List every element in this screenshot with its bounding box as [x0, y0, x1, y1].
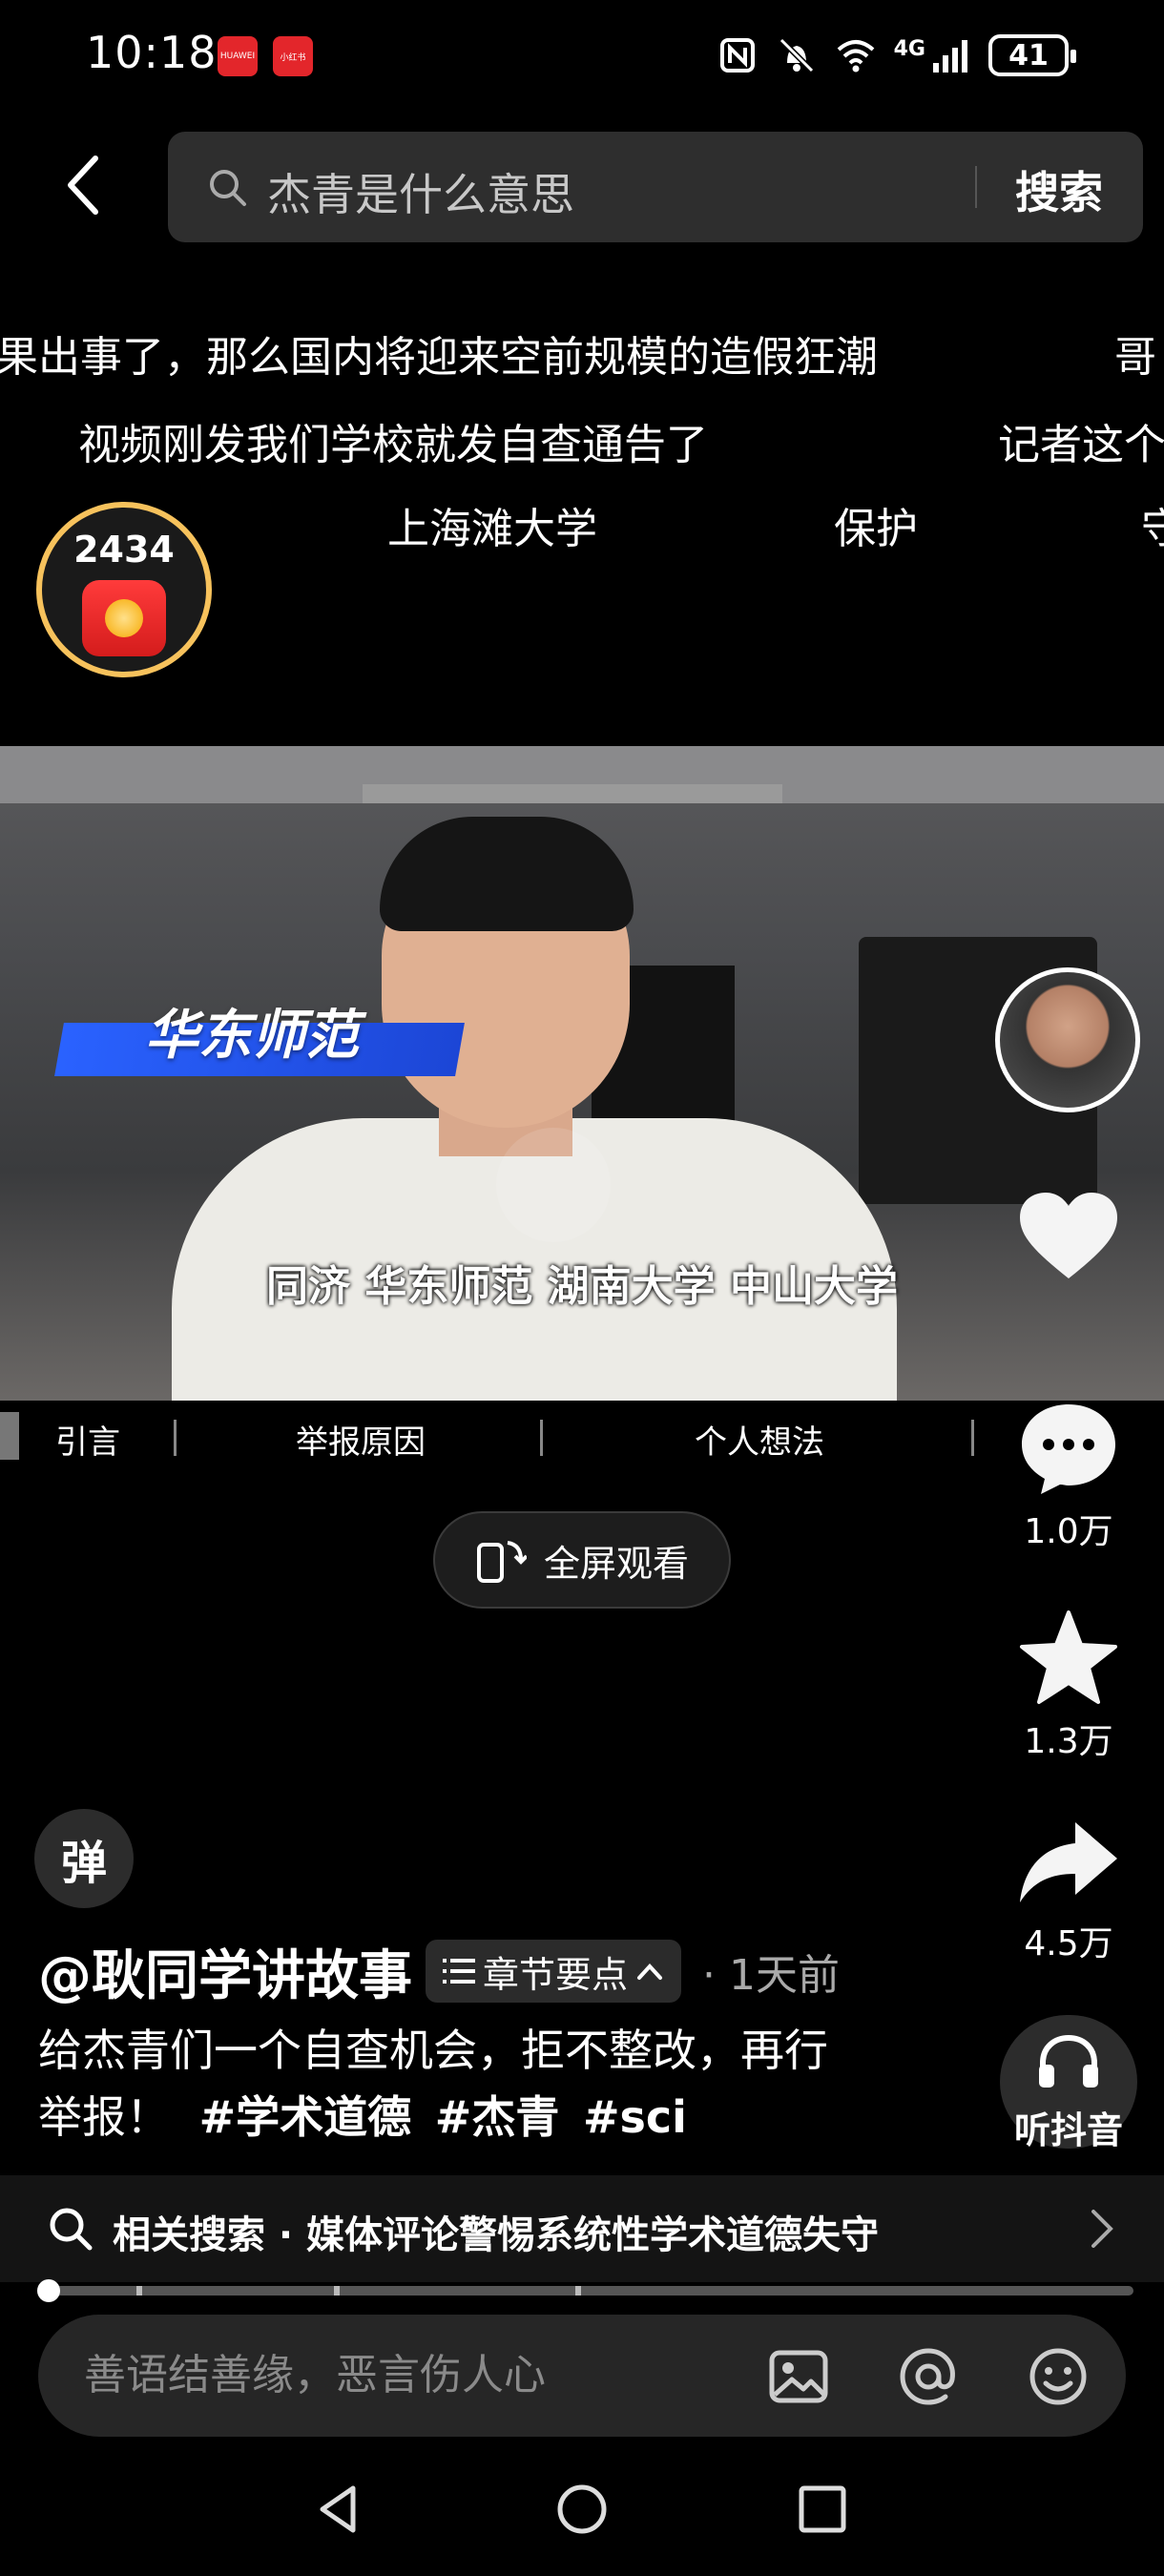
wifi-icon [837, 40, 874, 73]
nfc-icon [719, 38, 755, 73]
status-time: 10:18 [86, 27, 218, 78]
chapter-tick [333, 2286, 340, 2296]
chapter-current-marker [0, 1412, 19, 1460]
battery-level: 41 [1008, 38, 1049, 73]
chapter-tick [574, 2286, 581, 2296]
hashtag[interactable]: #sci [583, 2091, 687, 2143]
chapter-summary-button[interactable]: 章节要点 [426, 1940, 682, 2003]
xiaohongshu-app-badge: 小红书 [273, 36, 313, 76]
red-packet-count: 2434 [73, 529, 175, 571]
share-arrow-icon [1020, 1822, 1117, 1902]
chevron-right-icon [1091, 2210, 1113, 2248]
chapter-item[interactable]: 举报原因 [296, 1416, 426, 1463]
red-packet-icon [82, 580, 166, 656]
chapter-bar: 引言 举报原因 个人想法 [0, 1402, 992, 1471]
back-button[interactable] [53, 151, 111, 219]
danmaku-item: 上海滩大学 [387, 505, 597, 553]
favorite-count: 1.3万 [1024, 1722, 1113, 1761]
headphones-icon [1039, 2034, 1098, 2088]
related-search-text: 相关搜索 · 媒体评论警惕系统性学术道德失守 [113, 2213, 880, 2257]
like-button[interactable] [1011, 1189, 1126, 1284]
heart-icon [1020, 1193, 1117, 1278]
mute-bell-icon [779, 37, 814, 73]
system-nav-bar [0, 2462, 1164, 2557]
huawei-app-badge: HUAWEI [218, 36, 258, 76]
danmaku-item: 哥 [1114, 333, 1156, 382]
creator-avatar[interactable] [995, 967, 1140, 1112]
video-subtitle: 同济 华东师范 湖南大学 中山大学 [266, 1262, 898, 1311]
comment-input[interactable] [84, 2343, 714, 2406]
danmaku-toggle-button[interactable]: 弹 [34, 1809, 134, 1908]
danmaku-item: 守 [1141, 505, 1164, 553]
video-player[interactable]: 华东师范 同济 华东师范 湖南大学 中山大学 [0, 746, 1164, 1401]
caption-line: 举报！ [38, 2091, 170, 2143]
search-divider [975, 166, 977, 208]
favorite-button[interactable]: 1.3万 [1011, 1609, 1126, 1763]
nav-home-icon[interactable] [553, 2481, 611, 2538]
chevron-left-icon [68, 156, 98, 215]
nav-recent-icon[interactable] [794, 2481, 851, 2538]
share-count: 4.5万 [1024, 1924, 1113, 1963]
video-caption: 给杰青们一个自查机会，拒不整改，再行 举报！ #学术道德 #杰青 #sci [38, 2017, 897, 2150]
fullscreen-button[interactable]: 全屏观看 [433, 1511, 731, 1609]
chapter-item[interactable]: 个人想法 [695, 1416, 824, 1463]
coin-icon [105, 599, 143, 637]
post-time: · 1天前 [702, 1951, 840, 2000]
chapter-separator [540, 1420, 543, 1456]
progress-thumb[interactable] [37, 2279, 61, 2302]
chapter-summary-label: 章节要点 [483, 1953, 629, 1996]
chevron-up-icon [637, 1963, 663, 1980]
play-overlay-icon [496, 1128, 611, 1242]
hashtag[interactable]: #学术道德 [199, 2091, 412, 2143]
nav-back-icon[interactable] [311, 2481, 368, 2538]
star-icon [1020, 1610, 1117, 1704]
search-box[interactable]: 杰青是什么意思 搜索 [168, 132, 1143, 242]
caption-line: 给杰青们一个自查机会，拒不整改，再行 [38, 2025, 828, 2076]
image-icon[interactable] [767, 2345, 830, 2408]
red-packet-widget[interactable]: 2434 [36, 502, 212, 677]
author-row: @耿同学讲故事 章节要点 · 1天前 [38, 1933, 840, 2009]
video-label: 华东师范 [145, 1005, 359, 1067]
chapter-separator [971, 1420, 974, 1456]
search-button[interactable]: 搜索 [1015, 158, 1103, 221]
danmaku-item: 保护 [834, 505, 918, 553]
emoji-icon[interactable] [1027, 2345, 1090, 2408]
listen-douyin-label: 听抖音 [1013, 2109, 1123, 2151]
danmaku-item: 记者这个 [998, 421, 1164, 469]
comment-icon [1022, 1404, 1115, 1494]
comment-bar [38, 2315, 1126, 2437]
danmaku-item: 果出事了，那么国内将迎来空前规模的造假狂潮 [0, 333, 878, 382]
list-icon [443, 1959, 475, 1984]
hashtag[interactable]: #杰青 [435, 2091, 560, 2143]
chapter-tick [136, 2286, 143, 2296]
caption-line-2: 举报！ #学术道德 #杰青 #sci [38, 2084, 897, 2150]
chapter-item[interactable]: 引言 [55, 1416, 120, 1463]
comment-count: 1.0万 [1024, 1512, 1113, 1551]
at-icon[interactable] [897, 2345, 960, 2408]
author-name[interactable]: @耿同学讲故事 [38, 1933, 412, 2010]
network-type: 4G [893, 36, 925, 61]
status-icons: 4G 41 [717, 34, 1076, 76]
video-progress-bar[interactable] [37, 2279, 1133, 2302]
search-icon [50, 2208, 93, 2251]
rotate-phone-icon [477, 1541, 527, 1583]
share-button[interactable]: 4.5万 [1011, 1815, 1126, 1965]
battery-icon: 41 [988, 34, 1076, 76]
status-bar: 10:18 HUAWEI 小红书 4G 41 [0, 0, 1164, 114]
presenter-hair [380, 817, 634, 931]
fullscreen-label: 全屏观看 [544, 1542, 690, 1585]
search-icon [210, 170, 246, 206]
search-query[interactable]: 杰青是什么意思 [267, 160, 574, 223]
related-search-bar[interactable]: 相关搜索 · 媒体评论警惕系统性学术道德失守 [0, 2175, 1164, 2282]
background-shelf [363, 784, 782, 803]
signal-icon [933, 40, 967, 73]
comment-button[interactable]: 1.0万 [1011, 1399, 1126, 1553]
danmaku-item: 视频刚发我们学校就发自查通告了 [78, 421, 708, 469]
chapter-separator [174, 1420, 177, 1456]
